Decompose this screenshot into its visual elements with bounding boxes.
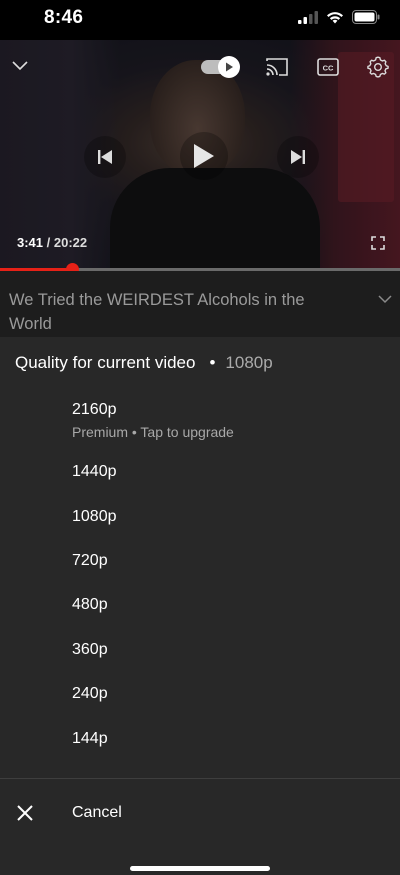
cast-icon[interactable] — [264, 56, 290, 78]
chevron-down-icon[interactable] — [8, 56, 32, 76]
video-info-panel: We Tried the WEIRDEST Alcohols in the Wo… — [0, 271, 400, 337]
playback-time: 3:41 / 20:22 — [17, 235, 87, 250]
quality-option-144p[interactable]: 144p — [72, 730, 108, 748]
quality-option-1080p[interactable]: 1080p — [72, 508, 117, 526]
quality-option-720p[interactable]: 720p — [72, 552, 108, 570]
cancel-label[interactable]: Cancel — [72, 804, 122, 822]
quality-option-1440p[interactable]: 1440p — [72, 463, 117, 481]
quality-option-2160p-premium-note: Premium • Tap to upgrade — [72, 424, 234, 440]
gear-icon[interactable] — [366, 55, 390, 79]
wifi-icon — [327, 11, 343, 23]
skip-previous-icon[interactable] — [84, 136, 126, 178]
quality-sheet-header: Quality for current video • 1080p — [15, 353, 273, 373]
video-player[interactable]: CC 3:41 / 20:22 — [0, 40, 400, 270]
autoplay-toggle-icon[interactable] — [200, 55, 242, 79]
play-icon[interactable] — [180, 132, 228, 180]
fullscreen-icon[interactable] — [369, 234, 387, 252]
time-separator: / — [43, 235, 54, 250]
quality-option-240p[interactable]: 240p — [72, 685, 108, 703]
home-indicator[interactable] — [130, 866, 270, 871]
close-icon[interactable] — [16, 804, 34, 827]
quality-option-480p[interactable]: 480p — [72, 596, 108, 614]
cancel-button[interactable]: Cancel — [0, 789, 400, 839]
battery-icon — [352, 10, 380, 24]
quality-bottom-sheet: Quality for current video • 1080p 2160p Pr… — [0, 337, 400, 875]
quality-option-2160p[interactable]: 2160p — [72, 401, 117, 419]
current-quality-value: 1080p — [225, 353, 273, 372]
sheet-divider — [0, 778, 400, 779]
skip-next-icon[interactable] — [277, 136, 319, 178]
captions-icon[interactable]: CC — [316, 56, 340, 78]
quality-sheet-title: Quality for current video — [15, 353, 196, 372]
svg-text:CC: CC — [323, 64, 334, 73]
status-bar: 8:46 — [0, 0, 400, 40]
expand-description-chevron-down-icon[interactable] — [378, 291, 392, 309]
quality-option-360p[interactable]: 360p — [72, 641, 108, 659]
header-separator-dot: • — [209, 353, 216, 372]
video-title[interactable]: We Tried the WEIRDEST Alcohols in the Wo… — [9, 288, 339, 336]
status-time: 8:46 — [44, 7, 84, 28]
video-duration: 20:22 — [53, 235, 88, 250]
status-icons — [298, 10, 380, 24]
cellular-signal-icon — [298, 10, 318, 24]
current-time: 3:41 — [17, 235, 44, 250]
